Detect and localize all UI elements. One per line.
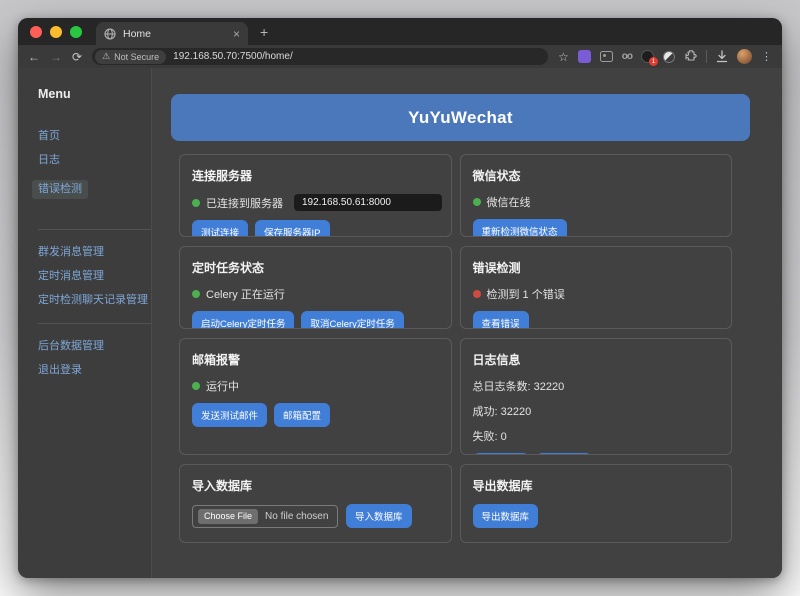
card-title: 连接服务器 — [192, 167, 439, 184]
tab-favicon-globe-icon — [104, 28, 116, 40]
export-database-button[interactable]: 导出数据库 — [473, 504, 539, 528]
cancel-celery-button[interactable]: 取消Celery定时任务 — [301, 311, 403, 329]
no-file-chosen-text: No file chosen — [265, 511, 328, 522]
card-title: 错误检测 — [473, 259, 720, 276]
sidebar-item-home[interactable]: 首页 — [38, 131, 137, 142]
new-tab-button[interactable]: + — [260, 24, 268, 40]
server-connection-card: 连接服务器 已连接到服务器 测试连接 保存服务器IP — [179, 154, 452, 237]
extension-password-icon[interactable] — [578, 50, 591, 63]
choose-file-button[interactable]: Choose File — [198, 509, 258, 524]
status-dot-green — [192, 199, 200, 207]
card-grid: 连接服务器 已连接到服务器 测试连接 保存服务器IP 微信状态 — [179, 154, 732, 543]
import-database-card: 导入数据库 Choose File No file chosen 导入数据库 — [179, 464, 452, 543]
error-status-text: 检测到 1 个错误 — [487, 286, 565, 302]
back-icon[interactable]: ← — [28, 51, 40, 63]
email-alert-card: 邮箱报警 运行中 发送测试邮件 邮箱配置 — [179, 338, 452, 455]
downloads-icon[interactable] — [716, 50, 728, 63]
forward-icon[interactable]: → — [50, 51, 62, 63]
sidebar: Menu 首页 日志 错误检测 群发消息管理 定时消息管理 定时检测聊天记录管理… — [18, 68, 152, 578]
status-dot-green — [473, 198, 481, 206]
url-text[interactable]: 192.168.50.70:7500/home/ — [173, 51, 293, 62]
import-database-button[interactable]: 导入数据库 — [346, 504, 412, 528]
close-window-button[interactable] — [30, 26, 42, 38]
extension-badge: 1 — [649, 57, 658, 66]
log-success-line: 成功: 32220 — [473, 403, 720, 419]
view-errors-button[interactable]: 查看错误 — [473, 311, 529, 329]
save-server-ip-button[interactable]: 保存服务器IP — [255, 220, 329, 237]
toolbar-divider — [706, 50, 707, 63]
sidebar-divider — [38, 229, 151, 230]
server-status-text: 已连接到服务器 — [206, 195, 283, 211]
browser-toolbar: ← → ⟳ ⚠ Not Secure 192.168.50.70:7500/ho… — [18, 45, 782, 68]
start-celery-button[interactable]: 启动Celery定时任务 — [192, 311, 294, 329]
sidebar-item-chat-check[interactable]: 定时检测聊天记录管理 — [38, 295, 137, 306]
log-info-card: 日志信息 总日志条数: 32220 成功: 32220 失败: 0 查看日志 清… — [460, 338, 733, 455]
profile-avatar[interactable] — [737, 49, 752, 64]
warning-icon: ⚠ — [102, 51, 110, 62]
sidebar-item-logs[interactable]: 日志 — [38, 155, 137, 166]
sidebar-item-admin[interactable]: 后台数据管理 — [38, 341, 137, 352]
app-title: YuYuWechat — [408, 108, 513, 128]
page-content: Menu 首页 日志 错误检测 群发消息管理 定时消息管理 定时检测聊天记录管理… — [18, 68, 782, 578]
sidebar-item-logout[interactable]: 退出登录 — [38, 365, 137, 376]
tab-close-icon[interactable]: × — [233, 28, 240, 40]
zoom-window-button[interactable] — [70, 26, 82, 38]
extension-notifications-icon[interactable]: 1 — [641, 50, 654, 63]
test-connection-button[interactable]: 测试连接 — [192, 220, 248, 237]
file-input[interactable]: Choose File No file chosen — [192, 505, 338, 528]
email-config-button[interactable]: 邮箱配置 — [274, 403, 330, 427]
bookmark-star-icon[interactable]: ☆ — [558, 51, 569, 63]
wechat-status-card: 微信状态 微信在线 重新检测微信状态 — [460, 154, 733, 237]
tab-title: Home — [123, 28, 226, 40]
server-ip-input[interactable] — [294, 194, 442, 211]
browser-window: Home × + ← → ⟳ ⚠ Not Secure 192.168.50.7… — [18, 18, 782, 578]
minimize-window-button[interactable] — [50, 26, 62, 38]
card-title: 日志信息 — [473, 351, 720, 368]
toolbar-right-icons: ☆ oo 1 ⋮ — [558, 49, 772, 64]
view-logs-button[interactable]: 查看日志 — [473, 453, 529, 455]
sidebar-item-bulk-message[interactable]: 群发消息管理 — [38, 247, 137, 258]
error-detection-card: 错误检测 检测到 1 个错误 查看错误 — [460, 246, 733, 329]
main-content: YuYuWechat 连接服务器 已连接到服务器 测试连接 保存服务器IP — [152, 68, 782, 578]
extension-leaf-icon[interactable] — [663, 51, 675, 63]
tab-strip: Home × + — [18, 18, 782, 45]
not-secure-label: Not Secure — [114, 52, 159, 62]
wechat-status-text: 微信在线 — [487, 194, 531, 210]
card-title: 导入数据库 — [192, 477, 439, 494]
status-dot-green — [192, 290, 200, 298]
reload-icon[interactable]: ⟳ — [72, 51, 82, 63]
status-dot-red — [473, 290, 481, 298]
celery-status-text: Celery 正在运行 — [206, 286, 285, 302]
export-database-card: 导出数据库 导出数据库 — [460, 464, 733, 543]
sidebar-item-error-detection[interactable]: 错误检测 — [32, 180, 88, 199]
email-status-text: 运行中 — [206, 378, 239, 394]
not-secure-chip[interactable]: ⚠ Not Secure — [95, 50, 166, 64]
app-banner: YuYuWechat — [171, 94, 750, 141]
extension-mail-icon[interactable] — [600, 51, 613, 62]
card-title: 邮箱报警 — [192, 351, 439, 368]
traffic-lights — [30, 26, 96, 38]
sidebar-divider — [38, 323, 151, 324]
card-title: 微信状态 — [473, 167, 720, 184]
sidebar-item-scheduled-message[interactable]: 定时消息管理 — [38, 271, 137, 282]
tab-home[interactable]: Home × — [96, 22, 248, 45]
log-failure-line: 失败: 0 — [473, 428, 720, 444]
clear-logs-button[interactable]: 清空日志 — [536, 453, 592, 455]
extensions-puzzle-icon[interactable] — [684, 50, 697, 63]
card-title: 定时任务状态 — [192, 259, 439, 276]
send-test-email-button[interactable]: 发送测试邮件 — [192, 403, 267, 427]
log-total-line: 总日志条数: 32220 — [473, 378, 720, 394]
sidebar-header: Menu — [38, 87, 137, 101]
address-bar[interactable]: ⚠ Not Secure 192.168.50.70:7500/home/ — [92, 48, 548, 65]
browser-menu-icon[interactable]: ⋮ — [761, 50, 772, 63]
card-title: 导出数据库 — [473, 477, 720, 494]
celery-status-card: 定时任务状态 Celery 正在运行 启动Celery定时任务 取消Celery… — [179, 246, 452, 329]
recheck-wechat-status-button[interactable]: 重新检测微信状态 — [473, 219, 567, 237]
status-dot-green — [192, 382, 200, 390]
extension-binoculars-icon[interactable]: oo — [622, 51, 632, 62]
